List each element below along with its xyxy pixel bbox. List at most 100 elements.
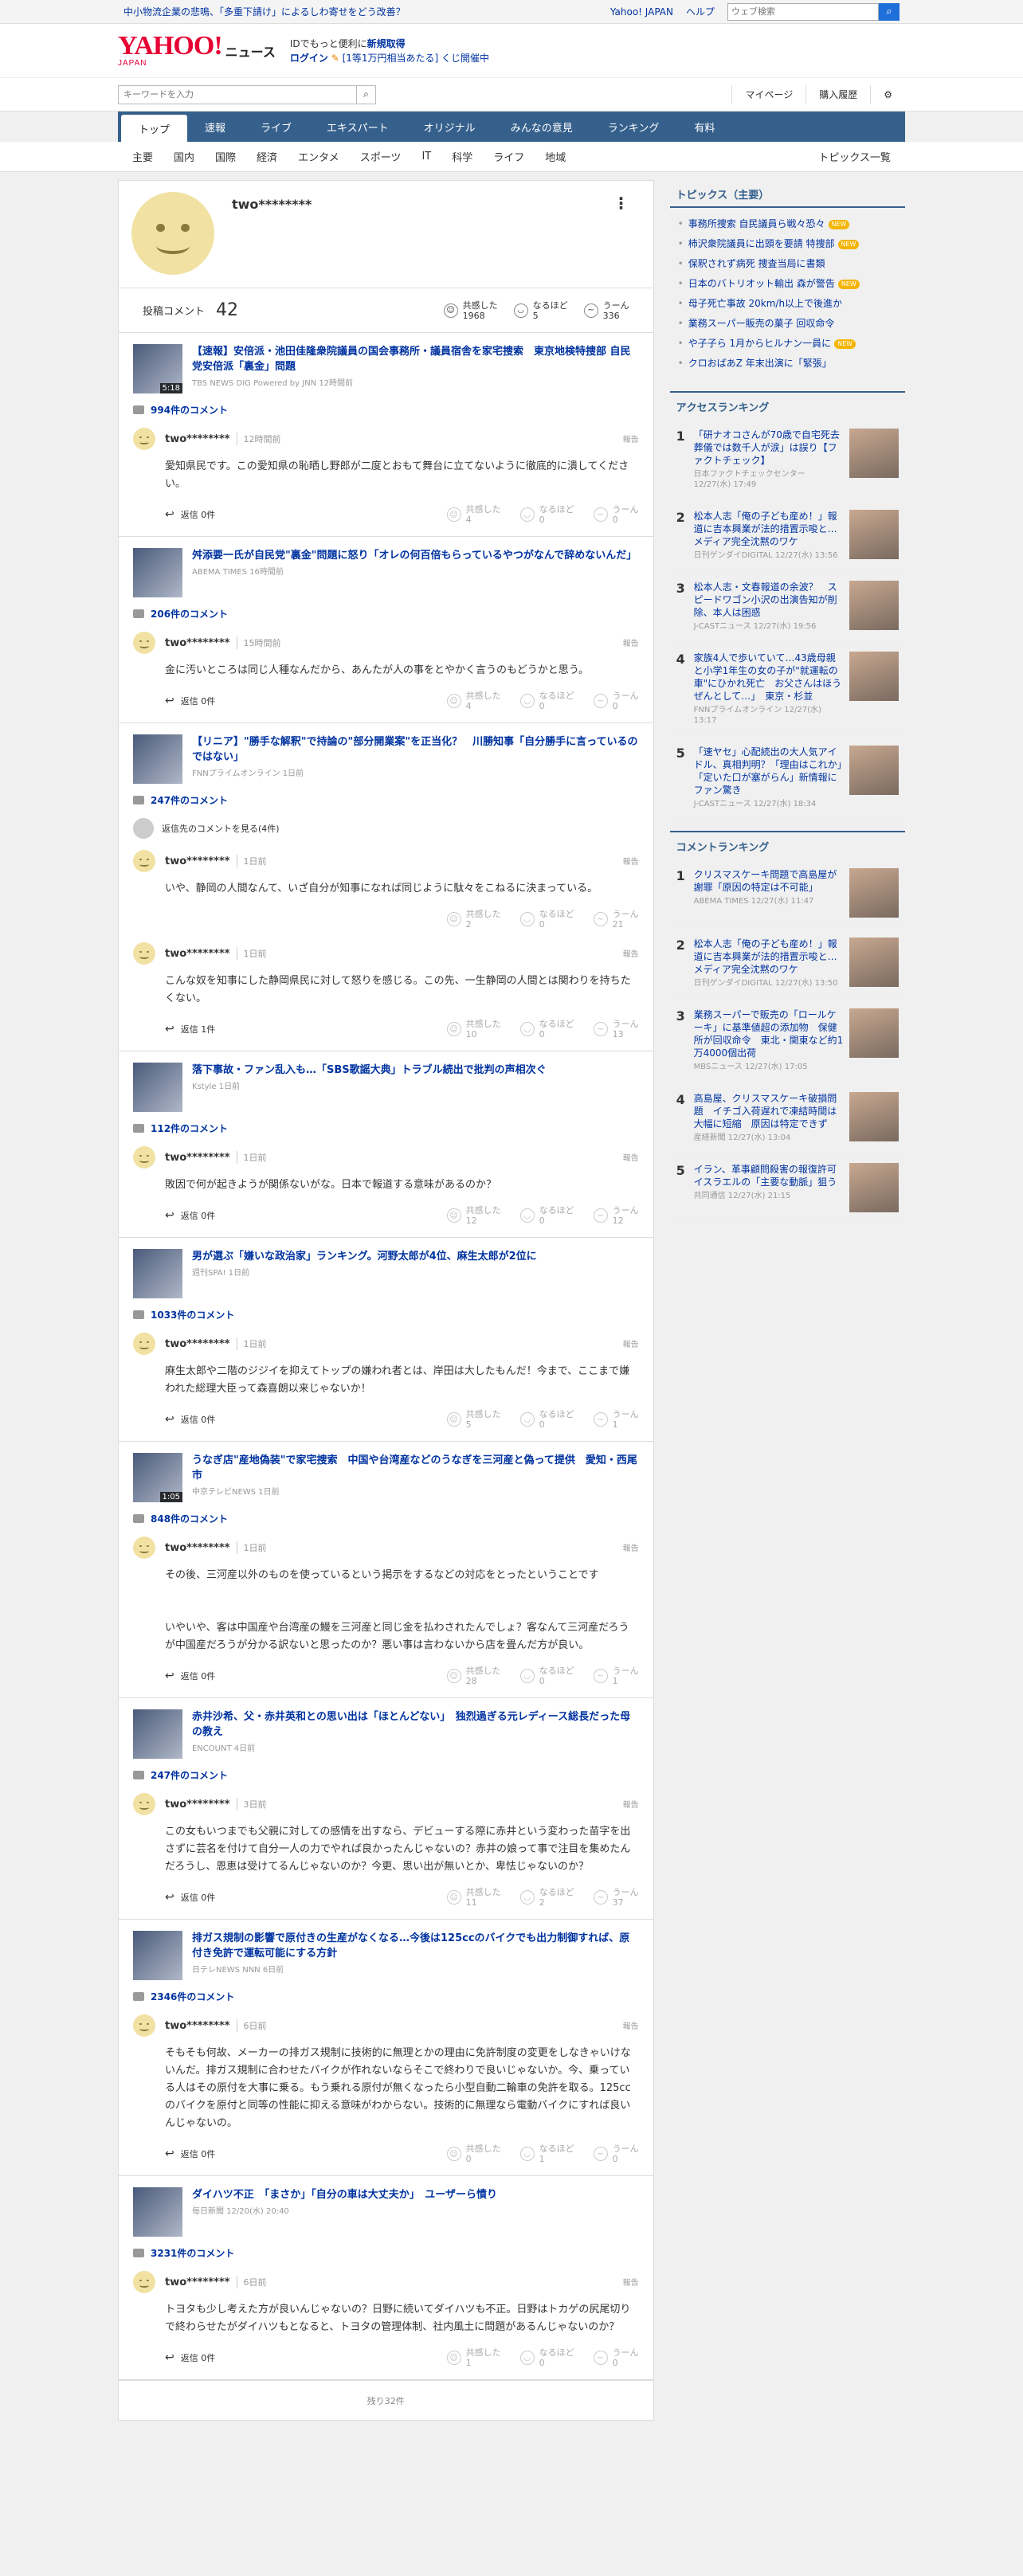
report-link[interactable]: 報告 xyxy=(623,947,639,959)
article-title[interactable]: 男が選ぶ「嫌いな政治家」ランキング。河野太郎が4位、麻生太郎が2位に xyxy=(192,1249,537,1264)
article-title[interactable]: 【リニア】"勝手な解釈"で持論の"部分開業案"を正当化？ 川勝知事「自分勝手に言… xyxy=(192,734,639,765)
article-thumbnail[interactable] xyxy=(133,1063,182,1112)
ranking-title[interactable]: 業務スーパーで販売の「ロールケーキ」に基準値超の添加物 保健所が回収命令 東北・… xyxy=(694,1008,845,1059)
reply-button[interactable]: ↩ 返信 0件 xyxy=(165,1209,428,1222)
topic-item[interactable]: 日本のバトリオット輸出 森が警告NEW xyxy=(678,274,905,294)
comment-user[interactable]: two******** xyxy=(165,948,230,960)
comment-user[interactable]: two******** xyxy=(165,1542,230,1554)
avatar[interactable] xyxy=(133,2014,155,2037)
reply-button[interactable]: ↩ 返信 0件 xyxy=(165,1891,428,1904)
article-link[interactable]: 【リニア】"勝手な解釈"で持論の"部分開業案"を正当化？ 川勝知事「自分勝手に言… xyxy=(133,734,639,784)
naruhodo-button[interactable]: ◡ なるほど 1 xyxy=(519,2143,574,2164)
reply-button[interactable]: ↩ 返信 0件 xyxy=(165,1670,428,1682)
avatar[interactable] xyxy=(133,850,155,872)
article-link[interactable]: 赤井沙希、父・赤井英和との思い出は「ほとんどない」 独烈過ぎる元レディース総長だ… xyxy=(133,1709,639,1759)
ranking-title[interactable]: 松本人志・文春報道の余波？ スピードワゴン小沢の出演告知が削除、本人は困惑 xyxy=(694,581,845,619)
news-search-input[interactable] xyxy=(118,84,357,104)
topic-item[interactable]: 保釈されず病死 捜査当局に書類 xyxy=(678,254,905,274)
article-thumbnail[interactable] xyxy=(133,548,182,597)
article-title[interactable]: 赤井沙希、父・赤井英和との思い出は「ほとんどない」 独烈過ぎる元レディース総長だ… xyxy=(192,1709,639,1740)
comment-user[interactable]: two******** xyxy=(165,855,230,867)
ranking-thumbnail[interactable] xyxy=(849,1092,899,1141)
article-link[interactable]: 男が選ぶ「嫌いな政治家」ランキング。河野太郎が4位、麻生太郎が2位に 週刊SPA!… xyxy=(133,1249,639,1298)
article-thumbnail[interactable] xyxy=(133,734,182,784)
comment-user[interactable]: two******** xyxy=(165,433,230,445)
article-title[interactable]: うなぎ店"産地偽装"で家宅捜索 中国や台湾産などのうなぎを三河産と偽って提供 愛… xyxy=(192,1453,639,1483)
ranking-thumbnail[interactable] xyxy=(849,938,899,987)
ranking-title[interactable]: イラン、革事顧問殺害の報復許可 イスラエルの「主要な動脈」狙う xyxy=(694,1163,845,1188)
reply-parent-link[interactable]: 返信先のコメントを見る(4件) xyxy=(133,818,639,839)
category-item[interactable]: 経済 xyxy=(257,149,277,164)
ranking-item[interactable]: 3 業務スーパーで販売の「ロールケーキ」に基準値超の添加物 保健所が回収命令 東北… xyxy=(669,999,905,1082)
report-link[interactable]: 報告 xyxy=(623,433,639,444)
category-item[interactable]: エンタメ xyxy=(298,149,339,164)
tab-top[interactable]: トップ xyxy=(121,115,188,142)
naruhodo-button[interactable]: ◡ なるほど 2 xyxy=(519,1887,574,1908)
avatar[interactable] xyxy=(133,1146,155,1169)
tab-opinions[interactable]: みんなの意見 xyxy=(493,112,590,142)
avatar[interactable] xyxy=(133,2271,155,2293)
article-thumbnail[interactable] xyxy=(133,1709,182,1759)
naruhodo-button[interactable]: ◡ なるほど 0 xyxy=(519,909,574,930)
ranking-item[interactable]: 2 松本人志「俺の子ども産め！」報道に吉本興業が法的措置示唆と…メディア完全沈黙の… xyxy=(669,928,905,999)
help-link[interactable]: ヘルプ xyxy=(686,5,715,18)
uun-button[interactable]: ~ うーん 0 xyxy=(593,504,639,525)
ranking-title[interactable]: 家族4人で歩いていて…43歳母親と小学1年生の女の子が"就運転の車"にひかれ死亡… xyxy=(694,652,845,703)
comment-user[interactable]: two******** xyxy=(165,2020,230,2032)
news-logo[interactable]: ニュース xyxy=(225,41,276,61)
comment-count-link[interactable]: 247件のコメント xyxy=(133,1768,639,1782)
ranking-item[interactable]: 1 「研ナオコさんが70歳で自宅死去 葬儀では数千人が涙」は誤り【ファクトチェック… xyxy=(669,419,905,500)
report-link[interactable]: 報告 xyxy=(623,1151,639,1163)
empathy-button[interactable]: ☺ 共感した 0 xyxy=(446,2143,501,2164)
article-link[interactable]: 落下事故・ファン乱入も…「SBS歌謡大典」トラブル続出で批判の声相次ぐ Kstyl… xyxy=(133,1063,639,1112)
ranking-item[interactable]: 1 クリスマスケーキ問題で高島屋が謝罪「原因の特定は不可能」 ABEMA TIMES… xyxy=(669,859,905,928)
article-thumbnail[interactable]: 5:18 xyxy=(133,344,182,393)
promo-link[interactable]: 中小物流企業の悲鳴、「多重下請け」によるしわ寄せをどう改善？ xyxy=(123,5,598,18)
topic-item[interactable]: 事務所捜索 自民議員ら戦々恐々NEW xyxy=(678,214,905,234)
article-link[interactable]: 5:18 【速報】安倍派・池田佳隆衆院議員の国会事務所・議員宿舎を家宅捜索 東京地… xyxy=(133,344,639,393)
purchase-history-link[interactable]: 購入履歴 xyxy=(805,84,870,104)
category-item[interactable]: 地域 xyxy=(545,149,566,164)
topic-item[interactable]: や子子ら 1月からヒルナン一員にNEW xyxy=(678,334,905,354)
empathy-button[interactable]: ☺ 共感した 5 xyxy=(446,1409,501,1430)
ranking-thumbnail[interactable] xyxy=(849,868,899,918)
article-link[interactable]: ダイハツ不正 「まさか」「自分の車は大丈夫か」 ユーザーら憤り 毎日新聞 12/2… xyxy=(133,2187,639,2237)
report-link[interactable]: 報告 xyxy=(623,2019,639,2031)
reply-button[interactable]: ↩ 返信 1件 xyxy=(165,1023,428,1035)
report-link[interactable]: 報告 xyxy=(623,1798,639,1810)
empathy-button[interactable]: ☺ 共感した 11 xyxy=(446,1887,501,1908)
article-thumbnail[interactable]: 1:05 xyxy=(133,1453,182,1502)
tab-original[interactable]: オリジナル xyxy=(406,112,493,142)
reply-button[interactable]: ↩ 返信 0件 xyxy=(165,695,428,707)
article-thumbnail[interactable] xyxy=(133,2187,182,2237)
topic-item[interactable]: 母子死亡事故 20km/h以上で後進か xyxy=(678,294,905,314)
ranking-title[interactable]: 松本人志「俺の子ども産め！」報道に吉本興業が法的措置示唆と…メディア完全沈黙のワ… xyxy=(694,510,845,548)
uun-button[interactable]: ~ うーん 0 xyxy=(593,2347,639,2368)
more-icon[interactable]: ⋮ xyxy=(613,194,629,213)
article-link[interactable]: 1:05 うなぎ店"産地偽装"で家宅捜索 中国や台湾産などのうなぎを三河産と偽って… xyxy=(133,1453,639,1502)
article-title[interactable]: ダイハツ不正 「まさか」「自分の車は大丈夫か」 ユーザーら憤り xyxy=(192,2187,497,2202)
article-title[interactable]: 落下事故・ファン乱入も…「SBS歌謡大典」トラブル続出で批判の声相次ぐ xyxy=(192,1063,547,1078)
reply-button[interactable]: ↩ 返信 0件 xyxy=(165,2351,428,2364)
ranking-title[interactable]: 高島屋、クリスマスケーキ破損問題 イチゴ入荷遅れで凍結時間は大幅に短縮 原因は特… xyxy=(694,1092,845,1130)
empathy-button[interactable]: ☺ 共感した 12 xyxy=(446,1205,501,1226)
topics-list-link[interactable]: トピックス一覧 xyxy=(818,149,891,164)
comment-count-link[interactable]: 848件のコメント xyxy=(133,1512,639,1525)
ranking-title[interactable]: 「速ヤセ」心配続出の大人気アイドル、真相判明？「理由はこれか」「定いた口が塞がら… xyxy=(694,746,845,797)
tab-live[interactable]: ライブ xyxy=(243,112,309,142)
empathy-button[interactable]: ☺ 共感した 4 xyxy=(446,691,501,711)
naruhodo-button[interactable]: ◡ なるほど 0 xyxy=(519,691,574,711)
comment-user[interactable]: two******** xyxy=(165,637,230,649)
avatar[interactable] xyxy=(133,1537,155,1559)
uun-button[interactable]: ~ うーん 12 xyxy=(593,1205,639,1226)
gear-icon[interactable]: ⚙ xyxy=(870,84,905,104)
search-icon[interactable]: ⌕ xyxy=(879,2,900,21)
article-title[interactable]: 舛添要一氏が自民党"裏金"問題に怒り「オレの何百倍もらっているやつがなんで辞めな… xyxy=(192,548,637,563)
report-link[interactable]: 報告 xyxy=(623,636,639,648)
naruhodo-button[interactable]: ◡ なるほど 0 xyxy=(519,504,574,525)
uun-button[interactable]: ~ うーん 1 xyxy=(593,1409,639,1430)
report-link[interactable]: 報告 xyxy=(623,1337,639,1349)
comment-user[interactable]: two******** xyxy=(165,2277,230,2288)
report-link[interactable]: 報告 xyxy=(623,855,639,867)
article-thumbnail[interactable] xyxy=(133,1931,182,1980)
